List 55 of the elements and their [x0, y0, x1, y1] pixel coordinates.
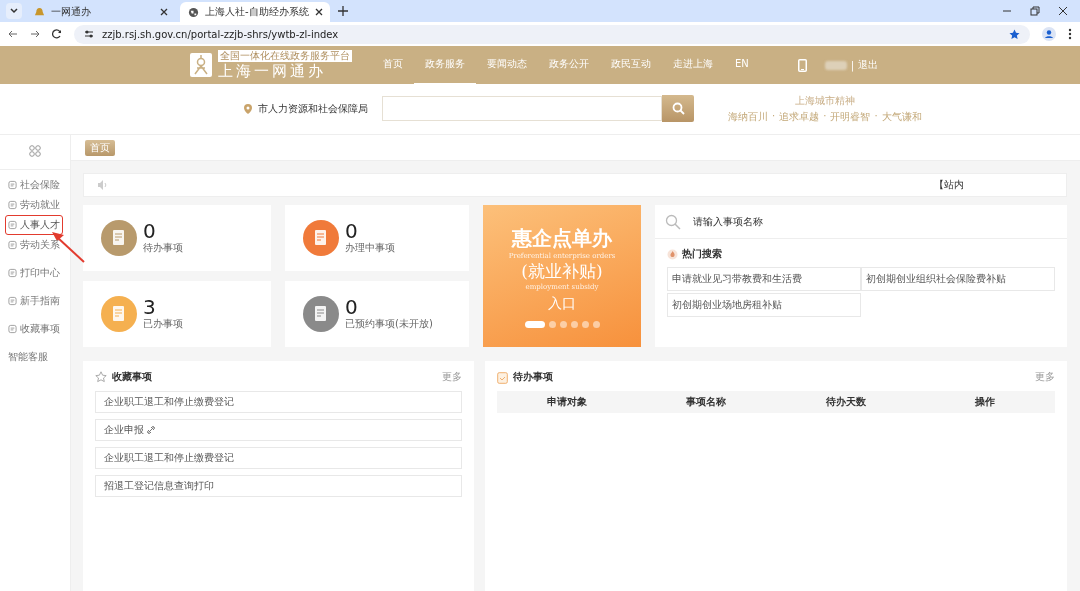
column-header: 操作	[974, 395, 997, 409]
stat-count: 0	[345, 297, 359, 317]
stat-count: 3	[143, 297, 156, 317]
stat-card[interactable]: 3 已办事项	[83, 281, 271, 347]
browser-tab[interactable]: 一网通办	[26, 2, 176, 22]
department-label: 市人力资源和社会保障局	[258, 102, 368, 116]
separator-dot: ·	[874, 110, 878, 123]
banner-tag: (就业补贴)	[521, 259, 603, 283]
hot-search-item[interactable]: 初创期创业组织社会保险费补贴	[861, 267, 1055, 291]
column-header: 待办天数	[824, 395, 867, 409]
sidebar-item[interactable]: 新手指南	[6, 292, 62, 310]
favorite-item[interactable]: 企业申报	[95, 419, 462, 441]
banner-title: 惠企点单办	[512, 224, 612, 252]
logo-badge: 全国一体化在线政务服务平台	[218, 50, 352, 62]
city-spirit-motto: 追求卓越	[779, 110, 820, 124]
stat-label: 已办事项	[143, 317, 183, 331]
sidebar-item[interactable]: 收藏事项	[6, 320, 62, 338]
more-link[interactable]: 更多	[1035, 370, 1055, 384]
city-spirit-motto: 海纳百川	[728, 110, 768, 124]
logo-title: 上海一网通办	[218, 62, 327, 80]
stat-count: 0	[143, 221, 156, 241]
sidebar-item[interactable]: 社会保险	[6, 176, 62, 194]
banner-entry: 入口	[548, 294, 576, 313]
stat-label: 已预约事项(未开放)	[345, 317, 433, 331]
sidebar-item[interactable]: 智能客服	[6, 348, 62, 366]
favorite-item[interactable]: 企业职工退工和停止缴费登记	[95, 391, 462, 413]
hot-search-item[interactable]: 申请就业见习带教费和生活费	[667, 267, 861, 291]
sidebar-item[interactable]: 人事人才	[6, 216, 62, 234]
column-header: 申请对象	[545, 395, 588, 409]
hot-search-item[interactable]: 初创期创业场地房租补贴	[667, 293, 861, 317]
more-link[interactable]: 更多	[442, 370, 462, 384]
hot-search-title: 热门搜索	[682, 247, 722, 261]
separator: |	[850, 59, 855, 71]
city-spirit-motto: 大气谦和	[881, 110, 922, 124]
favorite-item[interactable]: 企业职工退工和停止缴费登记	[95, 447, 462, 469]
city-spirit-title: 上海城市精神	[794, 94, 855, 108]
favorite-item[interactable]: 招退工登记信息查询打印	[95, 475, 462, 497]
separator-dot: ·	[823, 110, 827, 123]
stat-count: 0	[345, 221, 359, 241]
sidebar-item[interactable]: 打印中心	[6, 264, 62, 282]
stat-label: 待办事项	[143, 241, 183, 255]
stat-card[interactable]: 0 待办事项	[83, 205, 271, 271]
sidebar-item[interactable]: 劳动关系	[6, 236, 62, 254]
stat-card[interactable]: 0 已预约事项(未开放)	[285, 281, 469, 347]
stat-label: 办理中事项	[345, 241, 395, 255]
column-header: 事项名称	[685, 395, 728, 409]
todo-title: 待办事项	[513, 370, 553, 384]
separator-dot: ·	[772, 110, 776, 123]
address-bar[interactable]: zzjb.rsj.sh.gov.cn/portal-zzjb-shrs/ywtb-zl-index	[74, 24, 1030, 44]
city-spirit-motto: 开明睿智	[830, 110, 871, 124]
browser-tab[interactable]: 上海人社-自助经办系统	[180, 2, 330, 22]
favorites-title: 收藏事项	[112, 370, 152, 384]
notice-text: 【站内	[934, 178, 964, 192]
stat-card[interactable]: 0 办理中事项	[285, 205, 469, 271]
sidebar-item[interactable]: 劳动就业	[6, 196, 62, 214]
